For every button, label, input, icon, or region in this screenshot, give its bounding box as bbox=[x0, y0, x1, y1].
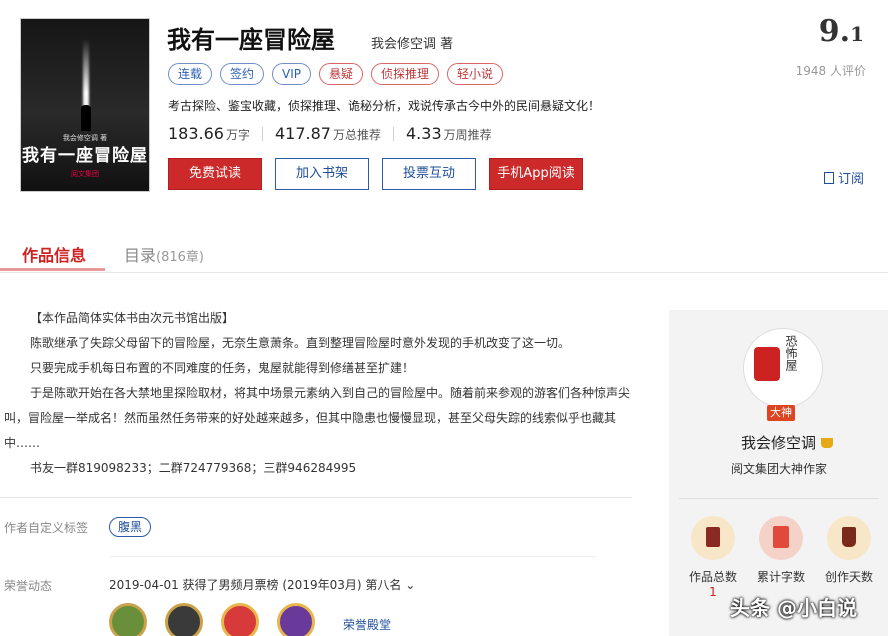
weekly-recommend-unit: 万周推荐 bbox=[443, 128, 492, 142]
honor-entry-text: 2019-04-01 获得了男频月票榜 (2019年03月) 第八名 bbox=[109, 578, 402, 592]
description-line: 只要完成手机每日布置的不同难度的任务，鬼屋就能得到修缮甚至扩建！ bbox=[30, 361, 415, 375]
book-stats: 183.66 万字 417.87 万总推荐 4.33 万周推荐 bbox=[168, 124, 492, 143]
document-icon bbox=[759, 516, 803, 560]
honors-label: 荣誉动态 bbox=[4, 579, 53, 593]
tag-signed: 签约 bbox=[220, 63, 265, 85]
stat-works: 作品总数 1 bbox=[683, 516, 743, 599]
book-description: 【本作品简体实体书由次元书馆出版】 陈歌继承了失踪父母留下的冒险屋，无奈生意萧条… bbox=[4, 306, 634, 481]
book-tags: 连载 签约 VIP 悬疑 侦探推理 轻小说 bbox=[168, 63, 504, 85]
stat-words: 累计字数 bbox=[751, 516, 811, 585]
author-subtitle: 阅文集团大神作家 bbox=[731, 462, 828, 476]
custom-tags-label: 作者自定义标签 bbox=[4, 521, 89, 535]
author-avatar[interactable]: 恐怖屋 bbox=[743, 328, 823, 408]
custom-tag[interactable]: 腹黑 bbox=[109, 517, 152, 537]
tab-catalog-count: (816章) bbox=[156, 250, 204, 265]
stat-works-label: 作品总数 bbox=[688, 570, 737, 584]
rater-count: 1948 人评价 bbox=[795, 64, 866, 78]
cover-title-text: 我有一座冒险屋 bbox=[22, 146, 148, 166]
tag-status: 连载 bbox=[168, 63, 213, 85]
tag-vip: VIP bbox=[272, 63, 312, 85]
section-divider bbox=[0, 497, 632, 498]
tabs-divider bbox=[0, 272, 888, 273]
score-decimal: 1 bbox=[850, 22, 864, 46]
description-line: 陈歌继承了失踪父母留下的冒险屋，无奈生意萧条。直到整理冒险屋时意外发现的手机改变… bbox=[30, 336, 571, 350]
avatar-seal bbox=[754, 347, 780, 381]
author-panel: 恐怖屋 大神 我会修空调 阅文集团大神作家 作品总数 1 累计字数 创作天数 bbox=[669, 310, 888, 636]
section-divider bbox=[110, 556, 596, 557]
cup-icon bbox=[827, 516, 871, 560]
stat-divider bbox=[262, 126, 263, 141]
tab-catalog-label: 目录 bbox=[124, 246, 157, 265]
free-trial-button[interactable]: 免费试读 bbox=[168, 158, 262, 190]
tag-genre[interactable]: 悬疑 bbox=[319, 63, 364, 85]
app-read-button[interactable]: 手机App阅读 bbox=[489, 158, 583, 190]
chevron-down-icon: ⌄ bbox=[405, 578, 416, 592]
stat-words-label: 累计字数 bbox=[756, 570, 805, 584]
description-line: 书友一群819098233；二群724779368；三群946284995 bbox=[30, 461, 357, 475]
tag-subgenre[interactable]: 侦探推理 bbox=[371, 63, 440, 85]
subscribe-link[interactable]: 订阅 bbox=[823, 168, 864, 187]
honor-badge-icon[interactable] bbox=[109, 603, 147, 636]
word-count: 183.66 bbox=[168, 124, 224, 143]
honor-badges bbox=[109, 603, 315, 636]
subscribe-label: 订阅 bbox=[837, 172, 864, 187]
watermark: 头条 @小白说 bbox=[730, 596, 857, 620]
book-intro: 考古探险、鉴宝收藏，侦探推理、诡秘分析，戏说传承古今中外的民间悬疑文化！ bbox=[168, 99, 601, 113]
author-level-badge: 大神 bbox=[767, 405, 795, 421]
avatar-text: 恐怖屋 bbox=[784, 335, 798, 371]
vote-button[interactable]: 投票互动 bbox=[382, 158, 476, 190]
honor-hall-link[interactable]: 荣誉殿堂 bbox=[343, 616, 391, 633]
book-icon bbox=[691, 516, 735, 560]
cover-publisher-text: 阅文集团 bbox=[71, 170, 99, 178]
tab-work-info[interactable]: 作品信息 bbox=[22, 242, 86, 266]
active-tab-underline bbox=[0, 268, 105, 271]
author-name-row[interactable]: 我会修空调 bbox=[741, 432, 834, 453]
book-author[interactable]: 我会修空调 著 bbox=[371, 33, 453, 52]
word-count-unit: 万字 bbox=[225, 128, 250, 142]
document-icon bbox=[823, 171, 834, 184]
honor-badge-icon[interactable] bbox=[165, 603, 203, 636]
description-line: 【本作品简体实体书由次元书馆出版】 bbox=[30, 311, 235, 325]
honor-entry[interactable]: 2019-04-01 获得了男频月票榜 (2019年03月) 第八名 ⌄ bbox=[109, 576, 415, 593]
score-integer: 9. bbox=[818, 14, 851, 49]
stat-days: 创作天数 bbox=[819, 516, 879, 585]
author-name: 我会修空调 bbox=[741, 434, 817, 452]
stat-divider bbox=[393, 126, 394, 141]
book-title: 我有一座冒险屋 bbox=[167, 26, 335, 54]
cover-figure bbox=[81, 105, 91, 131]
honor-badge-icon[interactable] bbox=[221, 603, 259, 636]
add-to-shelf-button[interactable]: 加入书架 bbox=[275, 158, 369, 190]
trophy-icon bbox=[821, 437, 834, 448]
panel-divider bbox=[679, 498, 879, 499]
book-cover[interactable]: 我会修空调 著 我有一座冒险屋 阅文集团 bbox=[20, 18, 150, 192]
total-recommend-unit: 万总推荐 bbox=[332, 128, 381, 142]
weekly-recommend: 4.33 bbox=[406, 124, 442, 143]
description-line: 于是陈歌开始在各大禁地里探险取材，将其中场景元素纳入到自己的冒险屋中。随着前来参… bbox=[4, 386, 631, 450]
total-recommend: 417.87 bbox=[275, 124, 331, 143]
book-score: 9.1 bbox=[819, 14, 864, 49]
tab-catalog[interactable]: 目录(816章) bbox=[124, 242, 204, 266]
stat-days-label: 创作天数 bbox=[824, 570, 873, 584]
honor-badge-icon[interactable] bbox=[277, 603, 315, 636]
tag-category[interactable]: 轻小说 bbox=[447, 63, 504, 85]
